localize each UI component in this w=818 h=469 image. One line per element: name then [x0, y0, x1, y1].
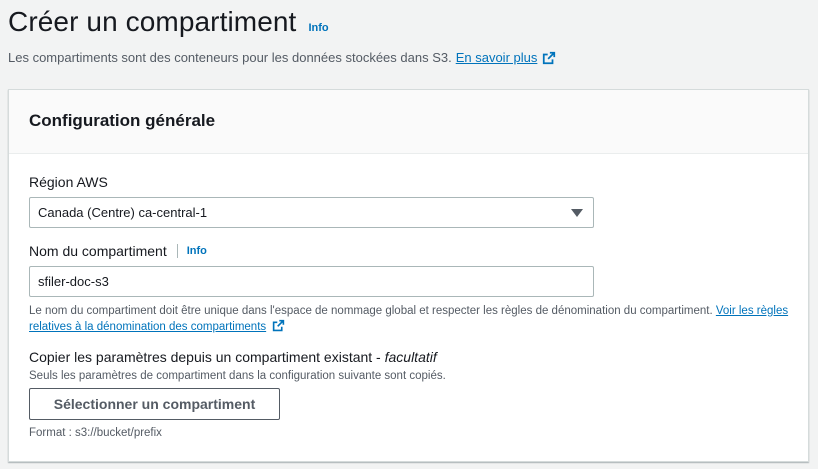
page-description: Les compartiments sont des conteneurs po… [8, 50, 556, 65]
panel-title: Configuration générale [29, 111, 216, 130]
general-configuration-panel: Configuration générale Région AWS Canada… [8, 89, 809, 462]
bucket-name-field[interactable] [29, 266, 594, 297]
region-selected-value: Canada (Centre) ca-central-1 [38, 205, 208, 220]
label-divider [176, 244, 178, 258]
header-info-link[interactable]: Info [308, 22, 328, 34]
description-text: Les compartiments sont des conteneurs po… [8, 50, 452, 65]
format-hint: Format : s3://bucket/prefix [29, 427, 162, 439]
learn-more-link[interactable]: En savoir plus [456, 50, 557, 65]
optional-marker: facultatif [384, 349, 437, 365]
region-select[interactable]: Canada (Centre) ca-central-1 [29, 197, 594, 228]
learn-more-text: En savoir plus [455, 50, 538, 65]
bucket-name-info-link[interactable]: Info [187, 245, 207, 257]
region-label: Région AWS [29, 174, 108, 190]
copy-settings-label: Copier les paramètres depuis un comparti… [29, 349, 437, 365]
bucket-name-label-row: Nom du compartiment Info [29, 243, 207, 259]
external-link-icon [543, 51, 556, 64]
page-title: Créer un compartiment [8, 6, 297, 37]
panel-header: Configuration générale [9, 90, 808, 154]
bucket-name-label: Nom du compartiment [29, 243, 167, 259]
caret-down-icon [571, 209, 583, 217]
select-bucket-button[interactable]: Sélectionner un compartiment [29, 388, 280, 420]
create-bucket-page: Créer un compartiment Info Les compartim… [0, 0, 818, 469]
title-row: Créer un compartiment Info [8, 6, 329, 38]
bucket-name-help-text: Le nom du compartiment doit être unique … [29, 305, 713, 317]
copy-settings-label-text: Copier les paramètres depuis un comparti… [29, 349, 385, 365]
external-link-icon [272, 319, 285, 332]
copy-settings-description: Seuls les paramètres de compartiment dan… [29, 370, 446, 382]
bucket-name-help: Le nom du compartiment doit être unique … [29, 303, 799, 335]
bucket-name-input[interactable] [38, 274, 585, 289]
